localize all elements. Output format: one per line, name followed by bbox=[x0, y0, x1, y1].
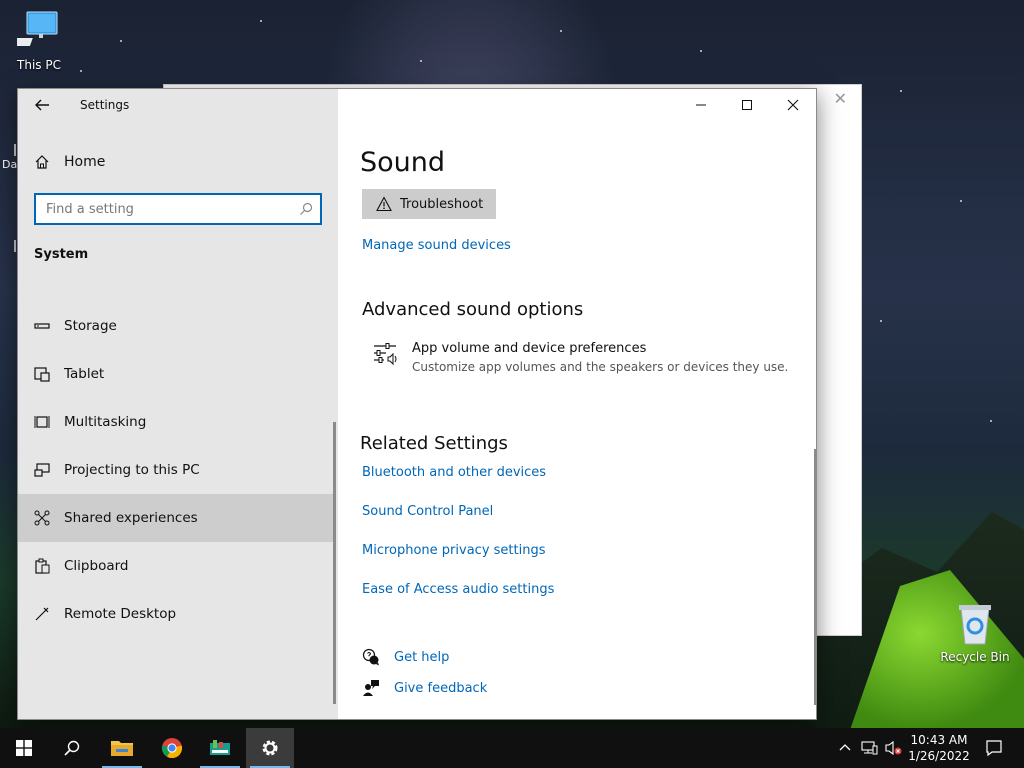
notification-icon bbox=[986, 740, 1002, 757]
title-bar: Settings bbox=[18, 89, 338, 121]
desktop-icon-recycle-bin[interactable]: Recycle Bin bbox=[940, 602, 1010, 664]
help-chat-icon bbox=[362, 648, 379, 666]
give-feedback-label: Give feedback bbox=[394, 680, 488, 696]
sidebar-item-clipboard[interactable]: Clipboard bbox=[18, 542, 336, 590]
desktop-icon-label: This PC bbox=[17, 58, 61, 72]
get-help-link[interactable]: Get help bbox=[362, 648, 449, 666]
back-arrow-icon bbox=[35, 99, 49, 111]
sidebar-item-projecting[interactable]: Projecting to this PC bbox=[18, 446, 336, 494]
file-explorer-button[interactable] bbox=[98, 728, 146, 768]
computer-icon bbox=[17, 11, 58, 46]
chrome-button[interactable] bbox=[148, 728, 196, 768]
folder-icon bbox=[111, 741, 133, 756]
close-button[interactable] bbox=[770, 89, 816, 121]
app-volume-title: App volume and device preferences bbox=[412, 341, 647, 356]
partial-desktop-icon: Da bbox=[0, 140, 17, 260]
storage-icon bbox=[34, 323, 50, 329]
start-button[interactable] bbox=[0, 728, 48, 768]
desktop-icon-this-pc[interactable]: This PC bbox=[4, 10, 74, 72]
recycle-bin-icon bbox=[959, 605, 991, 645]
sidebar-item-label: Multitasking bbox=[64, 414, 147, 430]
sidebar-item-tablet[interactable]: Tablet bbox=[18, 350, 336, 398]
sound-page: Sound Troubleshoot Manage sound devices … bbox=[338, 121, 816, 719]
sidebar-nav: Storage Tablet Multitasking Projecting t… bbox=[18, 302, 336, 638]
chevron-up-icon[interactable] bbox=[838, 741, 852, 755]
action-center-button[interactable] bbox=[970, 728, 1018, 768]
minimize-icon bbox=[696, 104, 706, 106]
warning-icon bbox=[376, 196, 392, 212]
app-volume-description: Customize app volumes and the speakers o… bbox=[412, 360, 789, 374]
sidebar-item-shared-experiences[interactable]: Shared experiences bbox=[18, 494, 336, 542]
sidebar-item-label: Projecting to this PC bbox=[64, 462, 200, 478]
sound-control-panel-link[interactable]: Sound Control Panel bbox=[362, 504, 493, 519]
ease-of-access-audio-link[interactable]: Ease of Access audio settings bbox=[362, 582, 554, 597]
manage-sound-devices-link[interactable]: Manage sound devices bbox=[362, 238, 511, 253]
app-title: Settings bbox=[80, 98, 130, 112]
maximize-button[interactable] bbox=[724, 89, 770, 121]
sliders-icon bbox=[374, 343, 397, 366]
troubleshoot-button[interactable]: Troubleshoot bbox=[362, 189, 496, 219]
system-tray bbox=[838, 728, 902, 768]
close-icon bbox=[787, 99, 799, 111]
sidebar-item-storage[interactable]: Storage bbox=[18, 302, 336, 350]
multitasking-icon bbox=[34, 416, 50, 428]
app-volume-preferences[interactable]: App volume and device preferences Custom… bbox=[372, 341, 788, 374]
clock-time: 10:43 AM bbox=[910, 733, 968, 747]
windows-logo-icon bbox=[16, 740, 32, 756]
tablet-icon bbox=[34, 367, 50, 382]
content-scrollbar[interactable] bbox=[814, 449, 816, 705]
search-input[interactable] bbox=[36, 195, 290, 223]
sidebar-item-label: Home bbox=[64, 154, 106, 170]
maximize-icon bbox=[742, 100, 752, 110]
sidebar-item-remote-desktop[interactable]: Remote Desktop bbox=[18, 590, 336, 638]
desktop-icon-label: Recycle Bin bbox=[940, 650, 1010, 664]
back-button[interactable] bbox=[32, 95, 52, 115]
projecting-icon bbox=[34, 463, 50, 477]
clipboard-icon bbox=[35, 558, 50, 574]
settings-window: Settings Home System Storage T bbox=[17, 88, 817, 720]
volume-muted-icon[interactable] bbox=[884, 740, 902, 756]
give-feedback-link[interactable]: Give feedback bbox=[362, 679, 487, 697]
section-label: System bbox=[34, 247, 89, 262]
search-icon[interactable] bbox=[298, 201, 314, 217]
settings-taskbar-button[interactable] bbox=[246, 728, 294, 768]
shared-experiences-icon bbox=[34, 510, 50, 526]
chrome-icon bbox=[161, 738, 183, 759]
search-box bbox=[34, 193, 322, 225]
close-icon[interactable]: ✕ bbox=[834, 89, 847, 108]
sidebar: Settings Home System Storage T bbox=[18, 89, 338, 719]
gear-icon bbox=[262, 740, 278, 756]
app-button[interactable] bbox=[196, 728, 244, 768]
sidebar-item-home[interactable]: Home bbox=[34, 151, 105, 173]
app-icon bbox=[210, 740, 230, 755]
window-controls bbox=[678, 89, 816, 121]
clock-date: 1/26/2022 bbox=[908, 749, 970, 763]
taskbar: 10:43 AM 1/26/2022 bbox=[0, 728, 1024, 768]
related-settings-heading: Related Settings bbox=[360, 433, 508, 454]
bluetooth-devices-link[interactable]: Bluetooth and other devices bbox=[362, 465, 546, 480]
remote-desktop-icon bbox=[35, 607, 49, 621]
network-icon[interactable] bbox=[860, 740, 878, 756]
search-icon bbox=[64, 740, 80, 756]
clock[interactable]: 10:43 AM 1/26/2022 bbox=[903, 732, 975, 764]
search-button[interactable] bbox=[48, 728, 96, 768]
sidebar-item-label: Remote Desktop bbox=[64, 606, 177, 622]
microphone-privacy-link[interactable]: Microphone privacy settings bbox=[362, 543, 546, 558]
get-help-label: Get help bbox=[394, 649, 450, 665]
feedback-icon bbox=[363, 680, 379, 696]
minimize-button[interactable] bbox=[678, 89, 724, 121]
home-icon bbox=[35, 155, 49, 169]
sidebar-item-label: Shared experiences bbox=[64, 510, 198, 526]
sidebar-scrollbar[interactable] bbox=[333, 422, 336, 704]
sidebar-item-label: Storage bbox=[64, 318, 117, 334]
sidebar-item-multitasking[interactable]: Multitasking bbox=[18, 398, 336, 446]
sidebar-item-label: Clipboard bbox=[64, 558, 129, 574]
page-title: Sound bbox=[360, 147, 446, 178]
advanced-sound-heading: Advanced sound options bbox=[362, 299, 584, 320]
sidebar-item-label: Tablet bbox=[64, 366, 105, 382]
troubleshoot-label: Troubleshoot bbox=[400, 196, 484, 212]
